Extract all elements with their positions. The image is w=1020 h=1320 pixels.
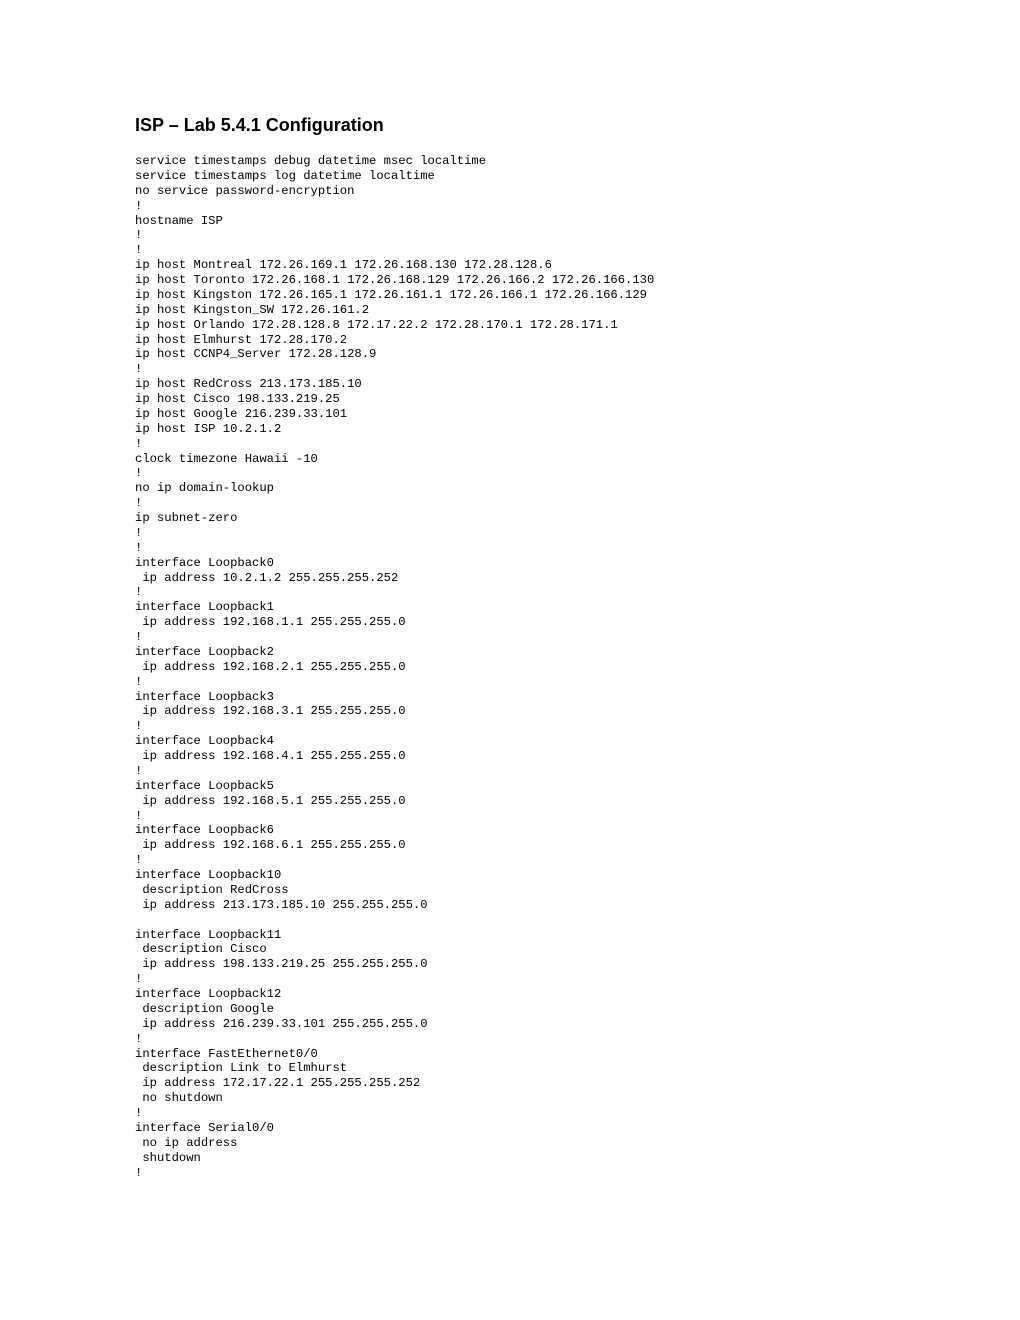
config-text: service timestamps debug datetime msec l… (135, 154, 885, 1180)
page-title: ISP – Lab 5.4.1 Configuration (135, 115, 885, 136)
